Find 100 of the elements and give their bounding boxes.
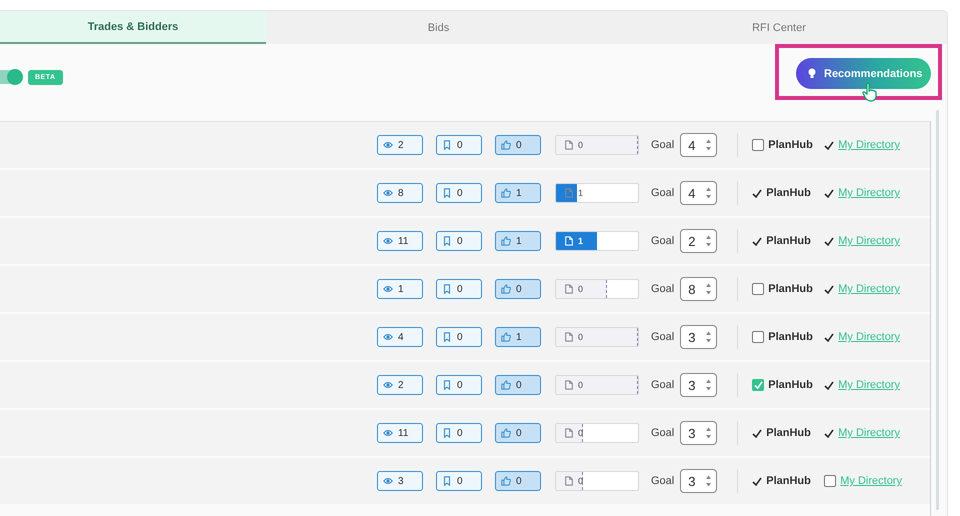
document-icon (564, 332, 574, 342)
bids-progress-bar: 1 (555, 231, 639, 251)
checkmark-icon (824, 188, 834, 198)
goal-spinner[interactable]: 3 (680, 469, 718, 493)
thumbs-up-icon (501, 380, 511, 390)
goal-spinner[interactable]: 3 (680, 373, 718, 397)
views-counter[interactable]: 2 (377, 375, 423, 395)
views-counter[interactable]: 4 (377, 327, 423, 347)
likes-counter[interactable]: 0 (495, 471, 541, 491)
document-icon (564, 380, 574, 390)
goal-label: Goal (651, 379, 674, 391)
views-counter[interactable]: 11 (377, 423, 423, 443)
thumbs-up-icon (501, 476, 511, 486)
saves-counter[interactable]: 0 (436, 423, 482, 443)
tab[interactable]: Trades & Bidders (0, 11, 266, 44)
likes-counter[interactable]: 0 (495, 375, 541, 395)
bids-progress-bar: 0 (555, 471, 639, 491)
goal-spinner[interactable]: 2 (680, 229, 718, 253)
bids-progress-bar: 1 (555, 183, 639, 203)
checkbox[interactable] (752, 139, 764, 151)
goal-label: Goal (651, 475, 674, 487)
checkmark-icon (752, 236, 762, 246)
likes-counter[interactable]: 1 (495, 231, 541, 251)
views-counter[interactable]: 8 (377, 183, 423, 203)
goal-spinner[interactable]: 3 (680, 421, 718, 445)
checkbox[interactable] (752, 379, 764, 391)
bookmark-icon (442, 188, 452, 198)
checkbox[interactable] (824, 475, 836, 487)
bookmark-icon (442, 140, 452, 150)
saves-counter[interactable]: 0 (436, 375, 482, 395)
goal-label: Goal (651, 235, 674, 247)
checkmark-icon (824, 140, 834, 150)
source-label: PlanHub (766, 427, 811, 439)
scrollbar[interactable] (936, 110, 939, 510)
pointer-hand-icon (862, 82, 878, 102)
checkbox[interactable] (752, 283, 764, 295)
source-label: PlanHub (766, 187, 811, 199)
saves-counter[interactable]: 0 (436, 135, 482, 155)
goal-label: Goal (651, 283, 674, 295)
saves-counter[interactable]: 0 (436, 183, 482, 203)
tab[interactable]: RFI Center (611, 11, 947, 44)
thumbs-up-icon (501, 332, 511, 342)
bookmark-icon (442, 476, 452, 486)
saves-counter[interactable]: 0 (436, 327, 482, 347)
bids-progress-bar: 0 (555, 423, 639, 443)
document-icon (564, 140, 574, 150)
views-counter[interactable]: 1 (377, 279, 423, 299)
goal-label: Goal (651, 187, 674, 199)
eye-icon (383, 284, 393, 294)
goal-label: Goal (651, 139, 674, 151)
bids-progress-bar: 0 (555, 279, 639, 299)
toggle-switch[interactable] (0, 70, 22, 84)
thumbs-up-icon (501, 428, 511, 438)
checkmark-icon (752, 428, 762, 438)
source-label: PlanHub (768, 283, 813, 295)
likes-counter[interactable]: 0 (495, 135, 541, 155)
document-icon (564, 188, 574, 198)
likes-counter[interactable]: 1 (495, 183, 541, 203)
eye-icon (383, 476, 393, 486)
bookmark-icon (442, 284, 452, 294)
eye-icon (383, 236, 393, 246)
document-icon (564, 236, 574, 246)
bookmark-icon (442, 428, 452, 438)
checkmark-icon (824, 284, 834, 294)
checkmark-icon (824, 236, 834, 246)
goal-label: Goal (651, 331, 674, 343)
document-icon (564, 476, 574, 486)
source-label: PlanHub (766, 475, 811, 487)
goal-spinner[interactable]: 4 (680, 133, 718, 157)
bookmark-icon (442, 236, 452, 246)
likes-counter[interactable]: 1 (495, 327, 541, 347)
saves-counter[interactable]: 0 (436, 231, 482, 251)
goal-spinner[interactable]: 8 (680, 277, 718, 301)
saves-counter[interactable]: 0 (436, 279, 482, 299)
views-counter[interactable]: 11 (377, 231, 423, 251)
goal-spinner[interactable]: 4 (680, 181, 718, 205)
document-icon (564, 428, 574, 438)
eye-icon (383, 140, 393, 150)
lightbulb-icon (808, 68, 816, 79)
checkmark-icon (824, 332, 834, 342)
source-label: PlanHub (768, 331, 813, 343)
likes-counter[interactable]: 0 (495, 279, 541, 299)
eye-icon (383, 188, 393, 198)
goal-label: Goal (651, 427, 674, 439)
checkbox[interactable] (752, 331, 764, 343)
goal-spinner[interactable]: 3 (680, 325, 718, 349)
thumbs-up-icon (501, 188, 511, 198)
saves-counter[interactable]: 0 (436, 471, 482, 491)
bookmark-icon (442, 380, 452, 390)
checkmark-icon (824, 428, 834, 438)
bids-progress-bar: 0 (555, 327, 639, 347)
thumbs-up-icon (501, 284, 511, 294)
views-counter[interactable]: 3 (377, 471, 423, 491)
views-counter[interactable]: 2 (377, 135, 423, 155)
eye-icon (383, 380, 393, 390)
thumbs-up-icon (501, 236, 511, 246)
tab[interactable]: Bids (266, 11, 611, 44)
source-label: PlanHub (766, 235, 811, 247)
likes-counter[interactable]: 0 (495, 423, 541, 443)
checkmark-icon (824, 380, 834, 390)
